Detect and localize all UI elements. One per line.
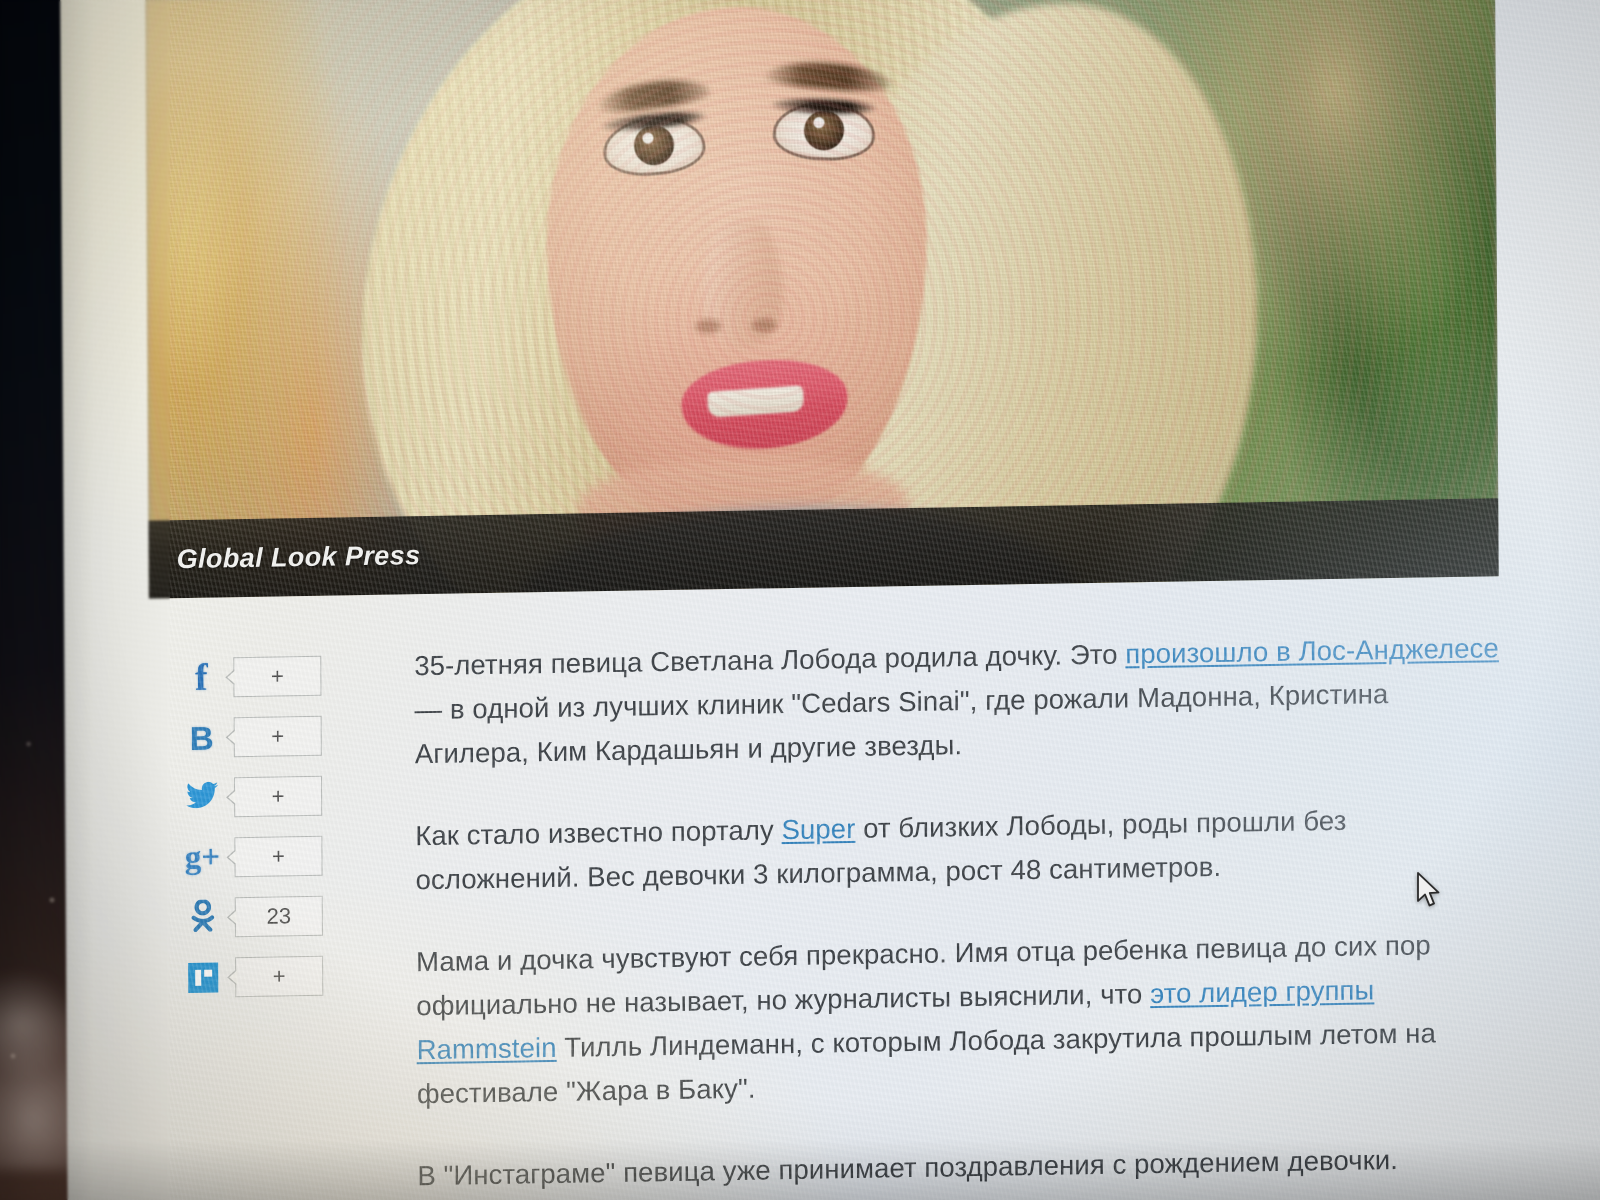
article-link[interactable]: Super — [781, 813, 855, 845]
share-button-facebook[interactable]: f + — [179, 645, 379, 708]
article-paragraph: Мама и дочка чувствуют себя прекрасно. И… — [416, 922, 1507, 1116]
moi-mir-icon — [181, 962, 225, 994]
share-count-google-plus[interactable]: + — [234, 835, 323, 878]
facebook-icon: f — [194, 656, 208, 699]
share-button-google-plus[interactable]: g+ + — [180, 825, 380, 888]
share-button-vkontakte[interactable]: B + — [180, 705, 380, 768]
mouse-cursor-icon — [1417, 872, 1440, 907]
article-paragraph: В "Инстаграме" певица уже принимает позд… — [417, 1136, 1507, 1198]
twitter-icon — [180, 781, 224, 815]
article-paragraph: 35-летняя певица Светлана Лобода родила … — [414, 626, 1505, 776]
image-credit-text: Global Look Press — [176, 539, 421, 574]
browser-page: Global Look Press f + B + + g+ + 23 + 35… — [60, 0, 1600, 1200]
share-count-twitter[interactable]: + — [233, 775, 323, 818]
screen-photo-frame: Global Look Press f + B + + g+ + 23 + 35… — [0, 0, 1600, 1200]
share-button-odnoklassniki[interactable]: 23 — [181, 885, 381, 948]
article-text-run: 35-летняя певица Светлана Лобода родила … — [414, 638, 1126, 682]
social-share-column: f + B + + g+ + 23 + — [179, 645, 381, 1008]
article-body-row: f + B + + g+ + 23 + 35-летняя певица Све… — [149, 626, 1509, 1191]
article-text-run: Как стало известно порталу — [415, 814, 782, 852]
google-plus-icon: g+ — [184, 838, 221, 876]
article-hero-image: Global Look Press — [145, 0, 1499, 599]
article-text-run: — в одной из лучших клиник "Cedars Sinai… — [414, 678, 1389, 770]
share-count-vkontakte[interactable]: + — [233, 715, 322, 758]
article-link[interactable]: произошло в Лос-Анджелесе — [1125, 632, 1499, 669]
odnoklassniki-icon — [181, 898, 225, 937]
share-count-moi-mir[interactable]: + — [235, 955, 324, 998]
article-text-run: Тилль Линдеманн, с которым Лобода закрут… — [416, 1017, 1437, 1110]
share-button-moi-mir[interactable]: + — [181, 945, 381, 1008]
share-count-odnoklassniki[interactable]: 23 — [234, 895, 323, 938]
article-text: 35-летняя певица Светлана Лобода родила … — [414, 626, 1507, 1200]
article-paragraph: Как стало известно порталу Super от близ… — [415, 796, 1505, 902]
share-count-facebook[interactable]: + — [233, 655, 322, 698]
vkontakte-icon: B — [189, 719, 214, 757]
article-text-run: В "Инстаграме" певица уже принимает позд… — [417, 1143, 1399, 1192]
share-button-twitter[interactable]: + — [180, 765, 380, 828]
